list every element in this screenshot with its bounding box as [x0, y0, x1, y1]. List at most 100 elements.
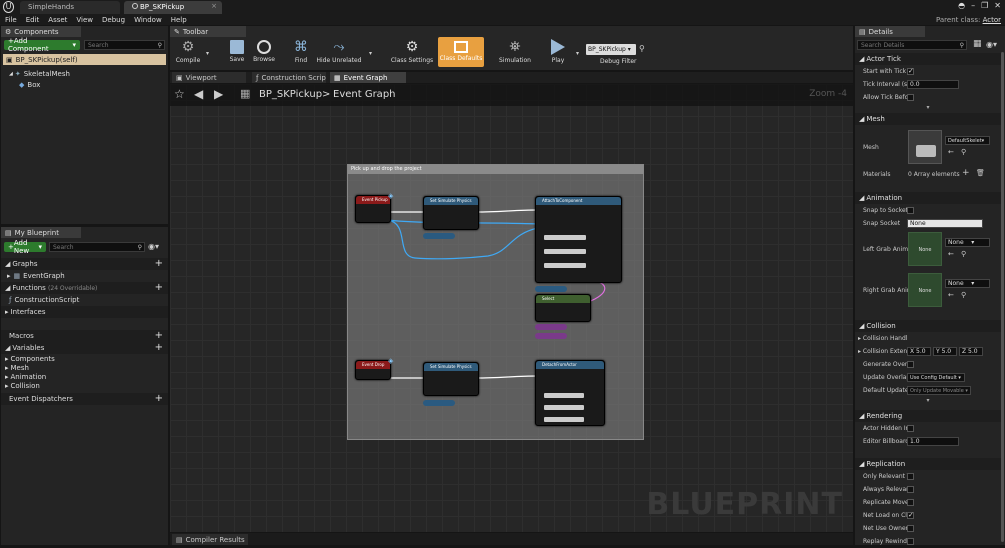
expand-advanced-icon[interactable]: ▾ [855, 104, 1001, 112]
actor-hidden-checkbox[interactable] [907, 425, 914, 432]
component-box[interactable]: ◆ Box [19, 79, 40, 90]
tab-bp-skpickup[interactable]: BP_SKPickup × [124, 1, 222, 14]
tab-simplehands[interactable]: SimpleHands [20, 1, 120, 14]
use-selected-arrow-icon[interactable]: ← [948, 148, 954, 156]
node-event-pickup[interactable]: Event Pickup [355, 195, 391, 223]
expand-advanced-icon[interactable]: ▾ [855, 397, 1001, 405]
class-settings-button[interactable]: ⚙ Class Settings [390, 37, 434, 67]
add-dispatcher-icon[interactable]: + [155, 393, 163, 405]
node-get-variable-5[interactable] [423, 400, 455, 406]
components-search-input[interactable]: Search ⚲ [84, 40, 165, 50]
item-eventgraph[interactable]: ▸ ▦ EventGraph [1, 270, 168, 282]
node-attach-to-component[interactable]: AttachToComponent [535, 196, 622, 283]
category-header[interactable]: ◢ Rendering [855, 410, 1001, 422]
only-relevant-checkbox[interactable] [907, 473, 914, 480]
add-variable-icon[interactable]: + [155, 342, 163, 354]
play-dropdown-icon[interactable]: ▾ [576, 50, 579, 57]
compile-dropdown-icon[interactable]: ▾ [206, 50, 209, 57]
hide-unrelated-button[interactable]: ⤳ Hide Unrelated [316, 37, 362, 67]
scale-rule-dropdown[interactable] [544, 417, 584, 422]
play-button[interactable]: Play [538, 37, 578, 67]
add-macro-icon[interactable]: + [155, 330, 163, 342]
snap-to-socket-checkbox[interactable] [907, 207, 914, 214]
section-functions[interactable]: ◢ Functions (24 Overridable) + [1, 282, 168, 294]
use-selected-arrow-icon[interactable]: ← [948, 250, 954, 258]
node-get-variable-3[interactable] [535, 324, 567, 330]
add-new-button[interactable]: + Add New ▾ [4, 239, 46, 255]
tick-interval-input[interactable]: 0.0 [907, 80, 959, 89]
generate-overlap-checkbox[interactable] [907, 361, 914, 368]
restore-icon[interactable]: ❐ [981, 1, 988, 10]
default-update-select[interactable]: Only Update Movable ▾ [907, 386, 971, 395]
section-graphs[interactable]: ◢ Graphs + [1, 258, 168, 270]
tab-event-graph[interactable]: ▦ Event Graph [330, 72, 406, 83]
replicate-move-checkbox[interactable] [907, 499, 914, 506]
minimize-icon[interactable]: – [971, 1, 975, 10]
expand-arrow-icon[interactable]: ◢ [9, 71, 13, 77]
add-function-icon[interactable]: + [155, 282, 163, 294]
node-get-variable-2[interactable] [535, 286, 567, 292]
browse-asset-icon[interactable]: ⚲ [961, 148, 966, 156]
category-header[interactable]: ◢ Actor Tick [855, 53, 1001, 65]
node-set-simulate-physics-1[interactable]: Set Simulate Physics [423, 196, 479, 230]
section-macros[interactable]: Macros + [1, 330, 168, 342]
location-rule-dropdown[interactable] [544, 235, 586, 240]
property-matrix-icon[interactable]: ▦ [973, 39, 982, 49]
clear-elements-icon[interactable]: 🗑 [976, 169, 985, 177]
blueprint-search-input[interactable]: Search ⚲ [49, 242, 145, 252]
category-header[interactable]: ◢ Collision [855, 320, 1001, 332]
menu-debug[interactable]: Debug [102, 16, 125, 24]
net-load-checkbox[interactable] [907, 511, 914, 519]
right-grab-thumbnail[interactable]: None [908, 273, 942, 307]
var-category-animation[interactable]: ▸ Animation [1, 372, 168, 381]
mesh-thumbnail[interactable] [908, 130, 942, 164]
left-grab-select[interactable]: None ▾ [945, 238, 990, 247]
menu-help[interactable]: Help [171, 16, 187, 24]
always-relevant-checkbox[interactable] [907, 486, 914, 493]
user-icon[interactable]: ◓ [958, 1, 965, 10]
mesh-asset-select[interactable]: DefaultSkelet ▾ [945, 136, 990, 145]
right-grab-select[interactable]: None ▾ [945, 279, 990, 288]
category-header[interactable]: ◢ Mesh [855, 113, 1001, 125]
debug-object-select[interactable]: BP_SKPickup ▾ [586, 44, 636, 55]
hide-unrelated-dropdown-icon[interactable]: ▾ [369, 50, 372, 57]
editor-billboard-input[interactable]: 1.0 [907, 437, 959, 446]
components-tab[interactable]: ⚙ Components [1, 26, 81, 37]
browse-asset-icon[interactable]: ⚲ [961, 291, 966, 299]
class-defaults-button[interactable]: Class Defaults [438, 37, 484, 67]
left-grab-thumbnail[interactable]: None [908, 232, 942, 266]
scale-rule-dropdown[interactable] [544, 263, 586, 268]
allow-tick-checkbox[interactable] [907, 94, 914, 101]
browse-asset-icon[interactable]: ⚲ [961, 250, 966, 258]
toolbar-tab[interactable]: ✎ Toolbar [170, 26, 246, 37]
my-blueprint-tab[interactable]: ▤ My Blueprint [1, 227, 81, 238]
add-graph-icon[interactable]: + [155, 258, 163, 270]
simulation-button[interactable]: ⛯ Simulation [495, 37, 535, 67]
replay-rewinds-checkbox[interactable] [907, 538, 914, 545]
var-category-components[interactable]: ▸ Components [1, 354, 168, 363]
tab-viewport[interactable]: ▣ Viewport [172, 72, 246, 83]
details-scrollbar[interactable] [1001, 52, 1004, 542]
menu-asset[interactable]: Asset [48, 16, 67, 24]
compile-button[interactable]: ⚙ Compile [170, 37, 206, 67]
category-header[interactable]: ◢ Animation [855, 192, 1001, 204]
node-select[interactable]: Select [535, 294, 591, 322]
component-self[interactable]: ▣ BP_SKPickup(self) [3, 54, 166, 65]
close-window-icon[interactable]: ✕ [994, 1, 1001, 10]
visibility-eye-icon[interactable]: ◉▾ [986, 40, 997, 49]
var-category-collision[interactable]: ▸ Collision [1, 381, 168, 390]
details-search-input[interactable]: Search Details ⚲ [857, 40, 967, 50]
close-tab-icon[interactable]: × [211, 2, 217, 10]
section-event-dispatchers[interactable]: Event Dispatchers + [1, 393, 168, 405]
start-with-tick-checkbox[interactable] [907, 67, 914, 75]
update-overlap-select[interactable]: Use Config Default ▾ [907, 373, 965, 382]
debug-search-icon[interactable]: ⚲ [639, 44, 645, 53]
node-event-drop[interactable]: Event Drop [355, 360, 391, 380]
rotation-rule-dropdown[interactable] [544, 249, 586, 254]
node-get-variable-1[interactable] [423, 233, 455, 239]
rotation-rule-dropdown[interactable] [544, 405, 584, 410]
net-use-owner-checkbox[interactable] [907, 525, 914, 532]
location-rule-dropdown[interactable] [544, 393, 584, 398]
extent-z-input[interactable]: Z 5.0 [959, 347, 983, 356]
menu-edit[interactable]: Edit [26, 16, 40, 24]
